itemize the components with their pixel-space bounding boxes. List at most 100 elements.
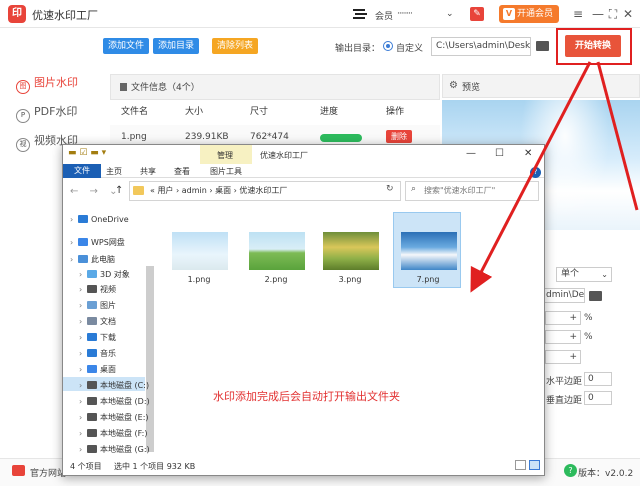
chevron-right-icon[interactable]: ›	[70, 255, 78, 264]
nav-item-5[interactable]: › 图片	[79, 300, 116, 311]
nav-item-13[interactable]: › 本地磁盘 (F:)	[79, 428, 147, 439]
minimize-icon[interactable]: —	[590, 6, 606, 22]
close-icon[interactable]: ✕	[524, 148, 532, 159]
member-dropdown-icon[interactable]: ⌄	[446, 9, 454, 19]
chevron-right-icon[interactable]: ›	[79, 429, 87, 438]
maximize-icon[interactable]: ☐	[495, 148, 504, 159]
file-name: 3.png	[338, 275, 362, 284]
file-thumbnail	[249, 232, 305, 270]
nav-item-10[interactable]: › 本地磁盘 (C:)	[79, 380, 149, 391]
file-item[interactable]: 1.png	[166, 212, 232, 286]
nav-item-8[interactable]: › 音乐	[79, 348, 116, 359]
nav-item-icon	[87, 445, 97, 453]
output-path-input[interactable]: C:\Users\admin\Deskto	[431, 37, 531, 56]
nav-item-0[interactable]: › OneDrive	[70, 215, 129, 224]
spin-up-2[interactable]: +	[545, 330, 581, 344]
app-badge-icon[interactable]: ✎	[470, 7, 484, 21]
back-forward-icons[interactable]: ← → ⌄	[70, 186, 122, 197]
h-margin-input[interactable]: 0	[584, 372, 612, 386]
nav-item-14[interactable]: › 本地磁盘 (G:)	[79, 444, 150, 455]
nav-item-6[interactable]: › 文档	[79, 316, 116, 327]
tab-picture-tools[interactable]: 图片工具	[210, 166, 242, 177]
chevron-right-icon[interactable]: ›	[79, 270, 87, 279]
nav-item-icon	[87, 413, 97, 421]
nav-item-9[interactable]: › 桌面	[79, 364, 116, 375]
cell-size: 239.91KB	[185, 132, 229, 142]
chevron-right-icon[interactable]: ›	[79, 333, 87, 342]
chevron-right-icon[interactable]: ›	[79, 445, 87, 454]
chevron-right-icon[interactable]: ›	[79, 365, 87, 374]
chevron-right-icon[interactable]: ›	[79, 317, 87, 326]
chevron-right-icon[interactable]: ›	[79, 397, 87, 406]
file-item[interactable]: 7.png	[395, 212, 461, 286]
file-item[interactable]: 2.png	[243, 212, 309, 286]
mode-select[interactable]: 单个 ⌄	[556, 267, 612, 282]
nav-item-2[interactable]: › 此电脑	[70, 254, 115, 265]
tab-manage[interactable]: 管理	[217, 150, 233, 161]
menu-icon[interactable]: ≡	[570, 6, 586, 22]
chevron-right-icon[interactable]: ›	[79, 381, 87, 390]
add-file-button[interactable]: 添加文件	[103, 38, 150, 54]
website-icon[interactable]	[12, 465, 25, 476]
watermark-path-input[interactable]: dmin\Des	[543, 288, 585, 303]
col-header-dims: 尺寸	[250, 107, 269, 117]
folder-icon[interactable]	[536, 41, 549, 51]
chevron-right-icon[interactable]: ›	[70, 238, 78, 247]
website-link[interactable]: 官方网站	[30, 466, 66, 479]
close-icon[interactable]: ✕	[620, 6, 636, 22]
spin-up-3[interactable]: +	[545, 350, 581, 364]
file-name: 1.png	[187, 275, 211, 284]
tab-home[interactable]: 主页	[106, 166, 122, 177]
search-input[interactable]: 搜索"优速水印工厂"	[405, 181, 539, 201]
nav-item-1[interactable]: › WPS网盘	[70, 237, 125, 248]
chevron-right-icon[interactable]: ›	[79, 301, 87, 310]
refresh-icon[interactable]: ↻	[386, 184, 394, 194]
delete-button[interactable]: 删除	[386, 130, 412, 143]
app-logo-icon: 印	[8, 5, 26, 23]
custom-radio[interactable]	[383, 41, 393, 51]
tab-view[interactable]: 查看	[174, 166, 190, 177]
col-header-size: 大小	[185, 107, 204, 117]
nav-item-3[interactable]: › 3D 对象	[79, 269, 130, 280]
clear-list-button[interactable]: 清除列表	[212, 38, 259, 54]
sidebar-item-pdf-watermark[interactable]: P PDF水印	[16, 103, 77, 123]
up-arrow-icon[interactable]: ↑	[115, 185, 123, 196]
h-margin-label: 水平边距	[546, 377, 583, 387]
nav-item-11[interactable]: › 本地磁盘 (D:)	[79, 396, 150, 407]
tab-share[interactable]: 共享	[140, 166, 156, 177]
vip-button[interactable]: V 开通会员	[499, 5, 559, 23]
chevron-right-icon[interactable]: ›	[70, 215, 78, 224]
v-margin-input[interactable]: 0	[584, 391, 612, 405]
nav-item-4[interactable]: › 视频	[79, 284, 116, 295]
nav-item-icon	[87, 349, 97, 357]
add-dir-button[interactable]: 添加目录	[153, 38, 200, 54]
nav-item-icon	[87, 285, 97, 293]
nav-item-label: 此电脑	[91, 255, 115, 264]
chevron-right-icon[interactable]: ›	[79, 285, 87, 294]
folder-icon[interactable]	[589, 291, 602, 301]
help-icon[interactable]: ?	[564, 464, 577, 477]
member-icon	[353, 9, 367, 19]
help-icon[interactable]: ?	[530, 167, 541, 178]
chevron-right-icon[interactable]: ›	[79, 413, 87, 422]
minimize-icon[interactable]: —	[466, 148, 476, 159]
pdf-watermark-icon: P	[16, 109, 30, 123]
pct-label: %	[584, 332, 593, 342]
thumbnail-view-icon[interactable]	[529, 460, 540, 470]
tab-file[interactable]: 文件	[63, 164, 101, 178]
status-selected: 选中 1 个项目 932 KB	[114, 462, 196, 471]
sidebar-item-image-watermark[interactable]: 图图片水印	[16, 74, 78, 94]
file-item[interactable]: 3.png	[317, 212, 383, 286]
member-label[interactable]: 会员	[375, 9, 393, 22]
nav-scrollbar[interactable]	[146, 266, 154, 452]
quick-access-icons[interactable]: ▬ ☑ ▬ ▾	[68, 148, 106, 158]
maximize-icon[interactable]: ⛶	[605, 6, 621, 22]
nav-item-12[interactable]: › 本地磁盘 (E:)	[79, 412, 149, 423]
output-dir-label: 输出目录：	[335, 44, 381, 54]
nav-item-7[interactable]: › 下载	[79, 332, 116, 343]
chevron-right-icon[interactable]: ›	[79, 349, 87, 358]
details-view-icon[interactable]	[515, 460, 526, 470]
spin-up-1[interactable]: +	[545, 311, 581, 325]
nav-item-label: 本地磁盘 (E:)	[100, 413, 149, 422]
address-bar[interactable]: « 用户 › admin › 桌面 › 优速水印工厂	[129, 181, 401, 201]
